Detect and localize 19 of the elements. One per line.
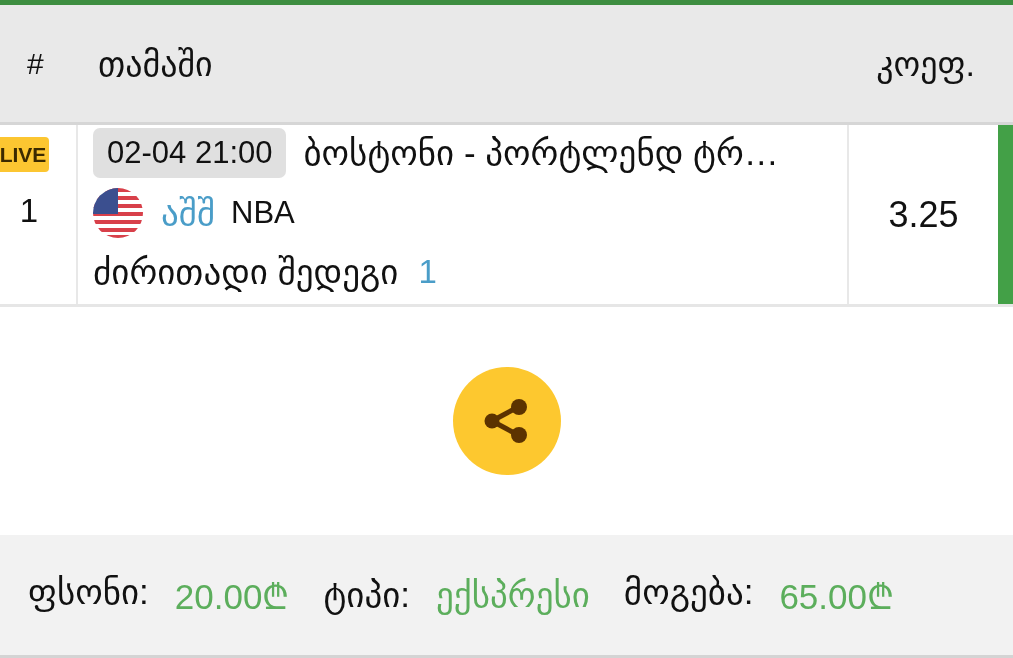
row-number: 1 xyxy=(19,192,39,230)
pick-value: 1 xyxy=(418,252,437,292)
summary-label: ფსონი: xyxy=(28,571,149,614)
summary-value: ექსპრესი xyxy=(436,575,590,615)
odds-value: 3.25 xyxy=(888,193,959,236)
match-title: ბოსტონი - პორტლენდ ტრ… xyxy=(303,132,779,174)
summary-value: 20.00₾ xyxy=(174,575,290,618)
market-name: ძირითადი შედეგი xyxy=(93,252,399,292)
country-link[interactable]: აშშ xyxy=(161,192,215,234)
flag-icon xyxy=(93,188,143,238)
match-datetime: 02-04 21:00 xyxy=(93,128,287,178)
summary-label: მოგება: xyxy=(623,571,754,614)
column-header: თამაში xyxy=(97,43,214,84)
summary-value: 65.00₾ xyxy=(779,575,894,618)
live-badge: LIVE xyxy=(0,137,50,172)
summary-label: ტიპი: xyxy=(323,575,411,615)
column-header: კოეფ. xyxy=(876,43,976,84)
league-name: NBA xyxy=(231,195,295,231)
column-header: # xyxy=(26,46,45,81)
